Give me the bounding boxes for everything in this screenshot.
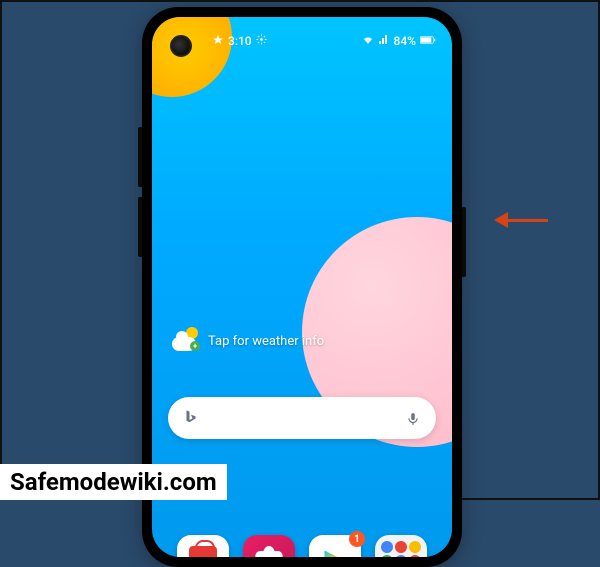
- pointer-arrow: [494, 212, 548, 228]
- bing-icon: [182, 408, 202, 428]
- battery-percent: 84%: [394, 34, 416, 48]
- weather-widget[interactable]: + Tap for weather info: [172, 327, 324, 355]
- tutorial-frame: 3:10 84%: [0, 0, 600, 500]
- power-button[interactable]: [462, 207, 466, 277]
- gallery-icon[interactable]: [243, 535, 295, 557]
- galaxy-store-icon[interactable]: [177, 535, 229, 557]
- volume-down-button[interactable]: [138, 197, 142, 257]
- play-store-badge: 1: [349, 531, 365, 547]
- settings-icon: [256, 34, 267, 48]
- status-bar[interactable]: 3:10 84%: [152, 29, 452, 53]
- status-left: 3:10: [212, 34, 267, 49]
- play-store-icon[interactable]: 1: [309, 535, 361, 557]
- punch-hole-camera: [170, 35, 192, 57]
- app-dock: 1: [152, 535, 452, 557]
- notification-icon: [212, 34, 224, 49]
- watermark: Safemodewiki.com: [0, 464, 227, 500]
- google-folder-icon[interactable]: [375, 535, 427, 557]
- volume-up-button[interactable]: [138, 127, 142, 187]
- weather-cloud-icon: +: [172, 327, 200, 355]
- battery-icon: [420, 34, 436, 48]
- weather-label: Tap for weather info: [208, 334, 324, 349]
- wifi-icon: [362, 34, 374, 49]
- clock-time: 3:10: [228, 34, 252, 48]
- status-right: 84%: [362, 34, 436, 49]
- signal-icon: [378, 34, 390, 49]
- microphone-icon[interactable]: [406, 410, 422, 426]
- search-bar[interactable]: [168, 397, 436, 439]
